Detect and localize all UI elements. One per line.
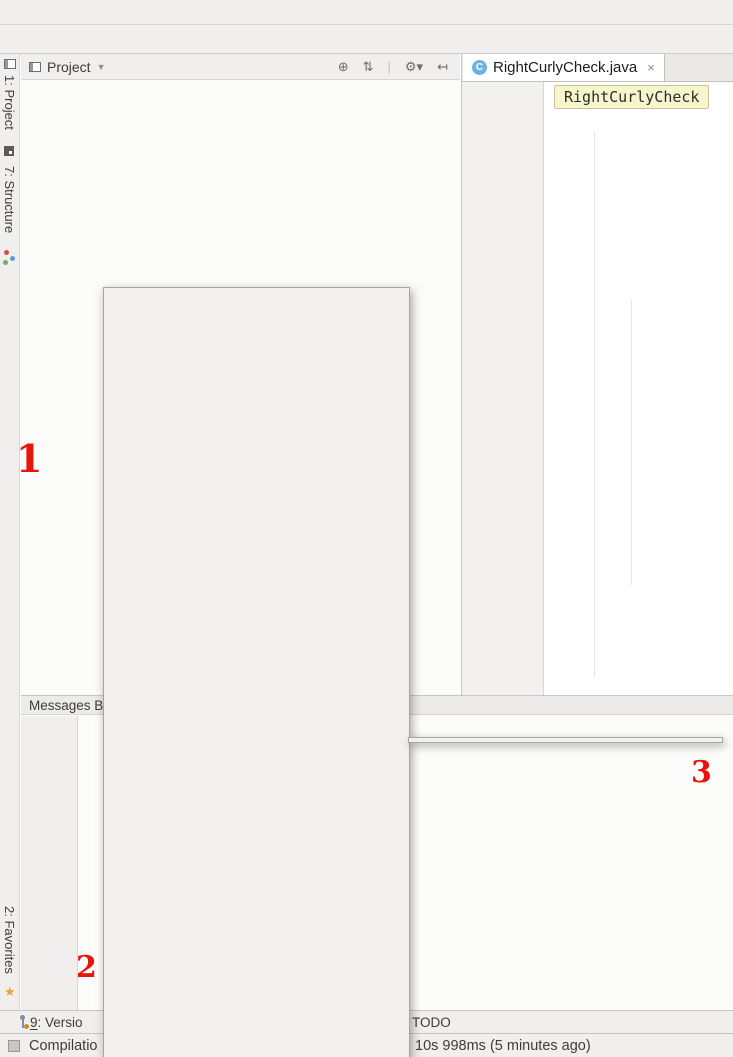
tab-version-control[interactable]: 9: Versio: [30, 1015, 83, 1030]
menu-bar: [0, 0, 733, 25]
gear-icon[interactable]: ⚙▾: [401, 59, 427, 75]
collapse-all-icon[interactable]: ⇅: [359, 59, 378, 75]
editor-breadcrumb-badge[interactable]: RightCurlyCheck: [554, 85, 709, 109]
sidebar-tab-favorites[interactable]: 2: Favorites: [2, 906, 17, 974]
chevron-down-icon[interactable]: ▼: [97, 62, 106, 72]
editor-tab-title: RightCurlyCheck.java: [493, 59, 637, 76]
editor-tab-bar: C RightCurlyCheck.java ×: [462, 54, 733, 82]
ide-window: 1: Project 7: Structure 2: Favorites ★ P…: [0, 0, 733, 1057]
project-tab-icon[interactable]: [4, 146, 14, 156]
editor-tab[interactable]: C RightCurlyCheck.java ×: [463, 54, 665, 81]
messages-panel-title: Messages Bu: [29, 698, 111, 713]
annotation-step-1: 1: [16, 440, 42, 478]
hide-panel-icon[interactable]: ↤: [433, 59, 452, 75]
context-menu: [103, 287, 410, 1057]
annotation-step-2: 2: [76, 953, 97, 983]
version-control-icon[interactable]: [22, 1017, 24, 1028]
project-panel-title: Project: [47, 59, 91, 75]
sidebar-tab-project[interactable]: 1: Project: [2, 75, 17, 130]
toolwindow-toggle-icon[interactable]: [8, 1040, 20, 1052]
project-panel-icon: [29, 62, 41, 72]
status-message: Compilatio: [29, 1038, 98, 1054]
annotation-step-3: 3: [691, 758, 712, 788]
build-duration: 10s 998ms (5 minutes ago): [415, 1038, 591, 1054]
editor-gutter: [462, 82, 544, 695]
messages-toolbar: [21, 716, 78, 1010]
tab-todo[interactable]: TODO: [412, 1015, 451, 1030]
java-class-icon: C: [472, 60, 487, 75]
project-tool-icon: [4, 59, 16, 69]
editor: C RightCurlyCheck.java × RightCurlyCheck: [461, 54, 733, 695]
project-panel-header: Project ▼ ⊕ ⇅ | ⚙▾ ↤: [21, 54, 460, 80]
close-tab-icon[interactable]: ×: [647, 60, 655, 75]
favorites-star-icon[interactable]: ★: [4, 986, 16, 998]
locate-icon[interactable]: ⊕: [334, 59, 353, 75]
structure-icon[interactable]: [4, 250, 15, 261]
maven-submenu: [408, 737, 723, 743]
breadcrumb-bar: [0, 25, 733, 54]
sidebar-tab-structure[interactable]: 7: Structure: [2, 166, 17, 233]
left-tool-stripe: 1: Project 7: Structure 2: Favorites ★: [0, 54, 20, 1010]
